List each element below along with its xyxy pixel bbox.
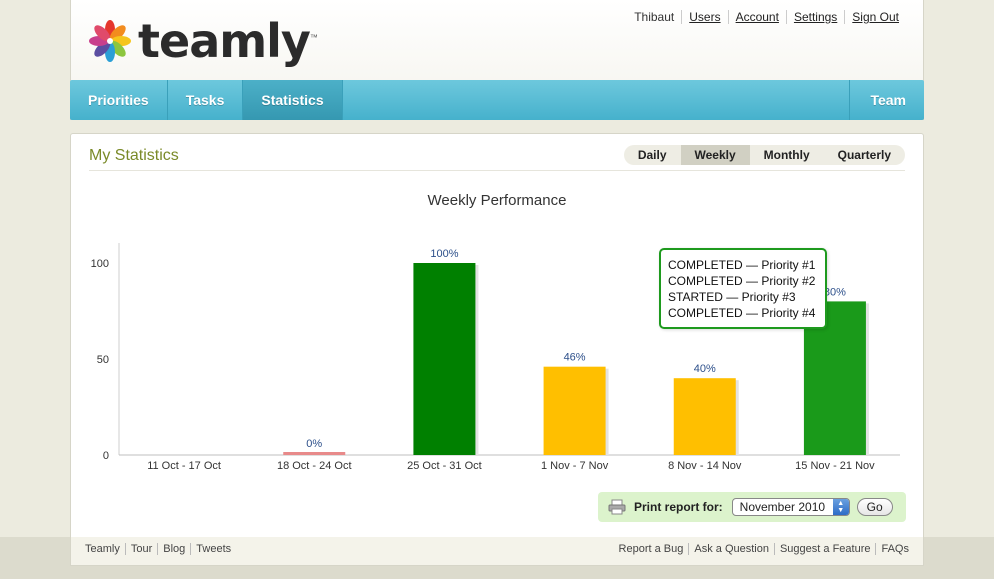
tooltip-line: STARTED — Priority #3	[668, 290, 796, 304]
x-tick-label: 25 Oct - 31 Oct	[407, 460, 482, 472]
select-arrows-icon: ▲ ▼	[832, 499, 849, 515]
tooltip-line: COMPLETED — Priority #1	[668, 258, 816, 272]
bar	[673, 378, 736, 455]
x-tick-label: 1 Nov - 7 Nov	[541, 460, 609, 472]
footer-link-ask-question[interactable]: Ask a Question	[688, 543, 774, 555]
y-tick-label: 0	[103, 450, 109, 462]
tooltip-line: COMPLETED — Priority #4	[668, 306, 816, 320]
footer-link-suggest-feature[interactable]: Suggest a Feature	[773, 543, 876, 555]
footer-link-faqs[interactable]: FAQs	[875, 543, 909, 555]
data-label: 80%	[824, 286, 846, 298]
footer-left-links: Teamly Tour Blog Tweets	[85, 543, 236, 555]
x-tick-label: 11 Oct - 17 Oct	[147, 460, 221, 472]
data-label: 40%	[694, 363, 716, 375]
x-tick-label: 15 Nov - 21 Nov	[795, 460, 875, 472]
footer-link-tour[interactable]: Tour	[124, 543, 157, 555]
tooltip-line: COMPLETED — Priority #2	[668, 274, 816, 288]
footer-link-teamly[interactable]: Teamly	[85, 543, 125, 555]
data-label: 100%	[430, 248, 458, 260]
data-label: 46%	[564, 352, 586, 364]
report-month-select[interactable]: November 2010 ▲ ▼	[731, 498, 850, 516]
footer-link-tweets[interactable]: Tweets	[190, 543, 236, 555]
print-report-bar: Print report for: November 2010 ▲ ▼ Go	[598, 492, 906, 522]
footer: Teamly Tour Blog Tweets Report a Bug Ask…	[70, 537, 924, 566]
bar	[283, 452, 346, 455]
y-tick-label: 100	[91, 258, 109, 270]
chart-title: Weekly Performance	[428, 192, 567, 209]
selected-month: November 2010	[739, 500, 826, 514]
print-label: Print report for:	[634, 500, 723, 514]
y-tick-label: 50	[97, 354, 109, 366]
printer-icon	[608, 499, 626, 515]
data-label: 0%	[306, 438, 322, 450]
priority-tooltip: COMPLETED — Priority #1 COMPLETED — Prio…	[659, 248, 827, 329]
footer-link-report-bug[interactable]: Report a Bug	[614, 543, 689, 555]
bar	[413, 263, 476, 455]
x-tick-label: 8 Nov - 14 Nov	[668, 460, 742, 472]
go-button[interactable]: Go	[856, 498, 893, 516]
bar	[543, 366, 606, 455]
x-tick-label: 18 Oct - 24 Oct	[277, 460, 352, 472]
footer-right-links: Report a Bug Ask a Question Suggest a Fe…	[614, 543, 909, 555]
footer-link-blog[interactable]: Blog	[157, 543, 190, 555]
